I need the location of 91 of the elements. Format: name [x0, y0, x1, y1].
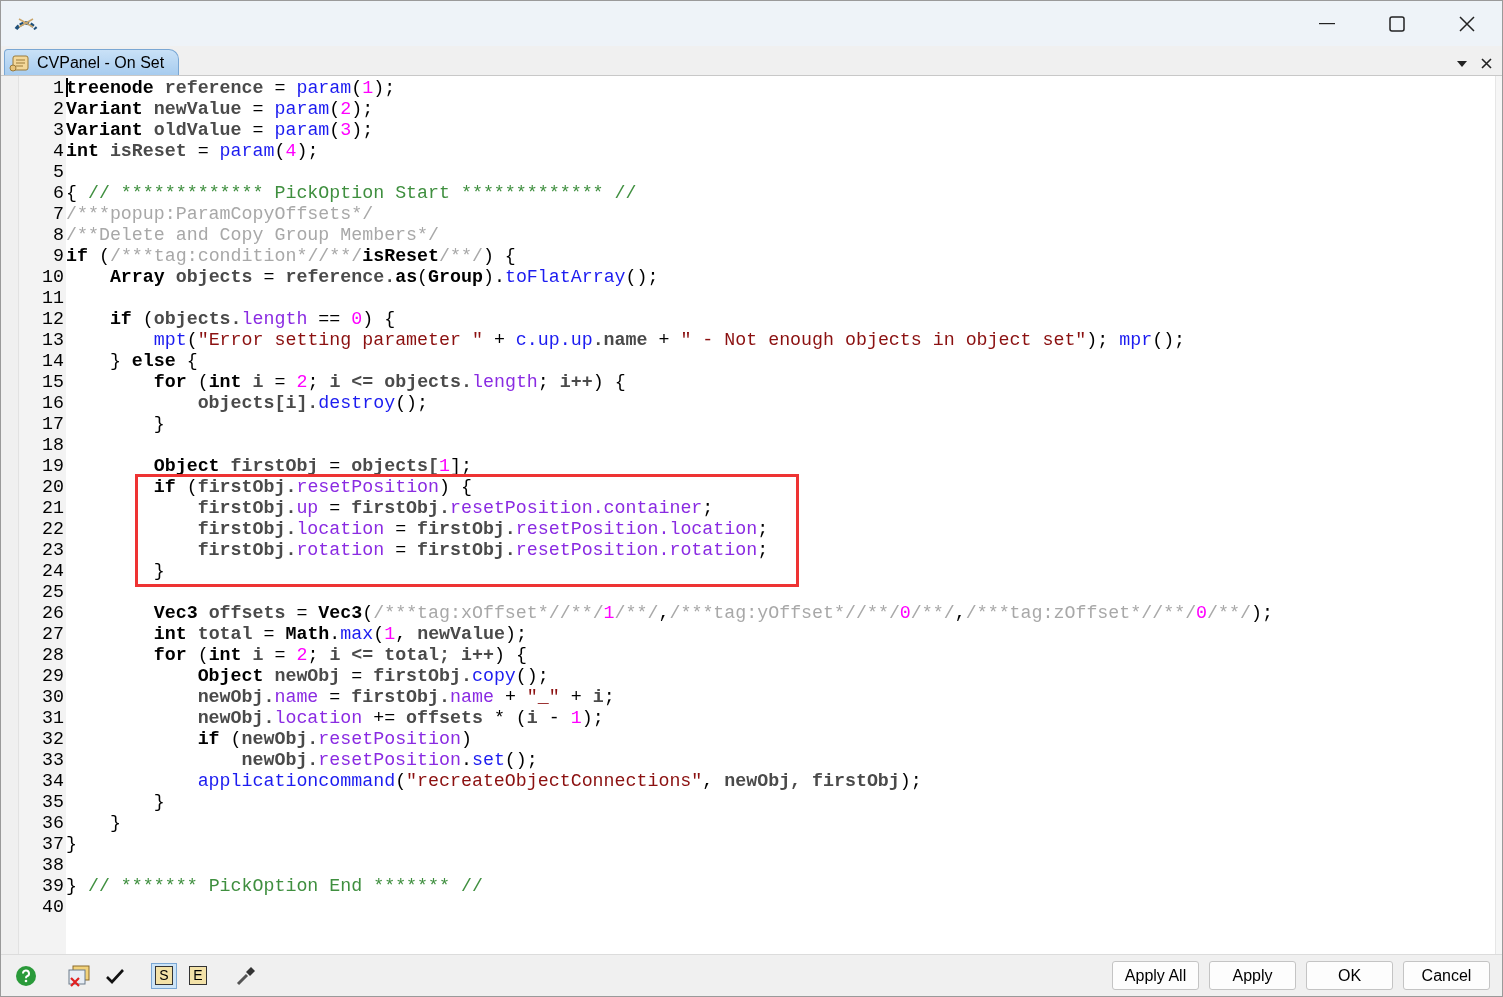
line-number: 39 [41, 876, 65, 897]
line-number: 15 [41, 372, 65, 393]
code-line: if (newObj.resetPosition) [196, 729, 472, 750]
line-number: 3 [52, 120, 65, 141]
line-number: 26 [41, 603, 65, 624]
code-line: for (int i = 2; i <= objects.length; i++) { [152, 372, 626, 393]
scrollbar[interactable] [1495, 76, 1502, 954]
code-line: /***popup:ParamCopyOffsets*/ [66, 204, 374, 225]
line-number: 23 [41, 540, 65, 561]
editor-tab[interactable]: CVPanel - On Set [4, 49, 180, 75]
line-number: 22 [41, 519, 65, 540]
code-line: newObj.location += offsets * (i - 1); [196, 708, 604, 729]
line-number: 13 [41, 330, 65, 351]
code-line: } [108, 813, 121, 834]
line-number: 2 [52, 99, 65, 120]
code-line: } else { [108, 351, 198, 372]
line-number: 21 [41, 498, 65, 519]
dropdown-icon[interactable] [1457, 60, 1467, 67]
line-number: 25 [41, 582, 65, 603]
line-number: 1 [52, 78, 65, 99]
line-number: 11 [41, 288, 65, 309]
eyedropper-icon [235, 964, 257, 987]
code-line: } // ******* PickOption End ******* // [66, 876, 483, 897]
line-number: 33 [41, 750, 65, 771]
line-number: 9 [52, 246, 65, 267]
code-line: firstObj.location = firstObj.resetPosition.location; [196, 519, 769, 540]
scroll-icon [9, 52, 31, 73]
code-line: Vec3 offsets = Vec3(/***tag:xOffset*//**/1/**/,/***tag:yOffset*//**/0/**/,/***tag:zOffset*//**/0/**/); [152, 603, 1273, 624]
code-line: treenode reference = param(1); [66, 78, 396, 99]
line-number: 18 [41, 435, 65, 456]
code-line: } [152, 792, 165, 813]
code-line: int total = Math.max(1, newValue); [152, 624, 527, 645]
code-line: mpt("Error setting parameter " + c.up.up.name + " - Not enough objects in object set"); mpr(); [152, 330, 1186, 351]
line-number: 12 [41, 309, 65, 330]
line-number: 7 [52, 204, 65, 225]
code-line: } [152, 561, 165, 582]
line-number: 5 [52, 162, 65, 183]
code-line: if (/***tag:condition*//**/isReset/**/) { [66, 246, 516, 267]
code-line: Object newObj = firstObj.copy(); [196, 666, 549, 687]
maximize-icon [1389, 15, 1405, 32]
dialog-button[interactable]: Apply All [1112, 961, 1199, 990]
help-icon [15, 964, 37, 987]
line-number: 14 [41, 351, 65, 372]
line-number: 20 [41, 477, 65, 498]
line-number: 6 [52, 183, 65, 204]
code-line: /**Delete and Copy Group Members*/ [66, 225, 439, 246]
line-number: 16 [41, 393, 65, 414]
code-line: newObj.resetPosition.set(); [240, 750, 538, 771]
line-number: 24 [41, 561, 65, 582]
code-line: Variant oldValue = param(3); [66, 120, 374, 141]
code-line: firstObj.rotation = firstObj.resetPosition.rotation; [196, 540, 769, 561]
minimize-icon [1319, 22, 1335, 25]
line-number: 10 [41, 267, 65, 288]
app-logo-icon [14, 16, 38, 31]
line-number: 38 [41, 855, 65, 876]
line-number: 35 [41, 792, 65, 813]
close-icon[interactable] [1481, 58, 1492, 69]
line-number: 8 [52, 225, 65, 246]
line-number: 40 [41, 897, 65, 918]
code-line: if (objects.length == 0) { [108, 309, 396, 330]
line-number: 27 [41, 624, 65, 645]
line-number: 34 [41, 771, 65, 792]
dialog-button[interactable]: Cancel [1403, 961, 1490, 990]
letter-toggle[interactable]: S [151, 962, 177, 989]
line-number: 28 [41, 645, 65, 666]
code-line: } [66, 834, 77, 855]
code-line: } [152, 414, 165, 435]
line-number: 17 [41, 414, 65, 435]
code-line: firstObj.up = firstObj.resetPosition.container; [196, 498, 714, 519]
code-line: objects[i].destroy(); [196, 393, 429, 414]
sheet-with-x-icon [67, 963, 93, 988]
code-line: applicationcommand("recreateObjectConnections", newObj, firstObj); [196, 771, 922, 792]
code-line: int isReset = param(4); [66, 141, 319, 162]
line-number: 32 [41, 729, 65, 750]
code-line: for (int i = 2; i <= total; i++) { [152, 645, 527, 666]
code-line: if (firstObj.resetPosition) { [152, 477, 472, 498]
close-icon [1459, 15, 1475, 32]
dialog-button[interactable]: OK [1306, 961, 1393, 990]
code-line: newObj.name = firstObj.name + "_" + i; [196, 687, 615, 708]
line-number: 37 [41, 834, 65, 855]
line-number: 31 [41, 708, 65, 729]
code-line: { // ************* PickOption Start ************* // [66, 183, 637, 204]
line-number: 29 [41, 666, 65, 687]
line-number: 36 [41, 813, 65, 834]
code-line: Variant newValue = param(2); [66, 99, 374, 120]
dialog-button[interactable]: Apply [1209, 961, 1296, 990]
line-number: 19 [41, 456, 65, 477]
letter-toggle[interactable]: E [185, 962, 211, 989]
line-number: 4 [52, 141, 65, 162]
line-number: 30 [41, 687, 65, 708]
code-line: Array objects = reference.as(Group).toFlatArray(); [108, 267, 659, 288]
